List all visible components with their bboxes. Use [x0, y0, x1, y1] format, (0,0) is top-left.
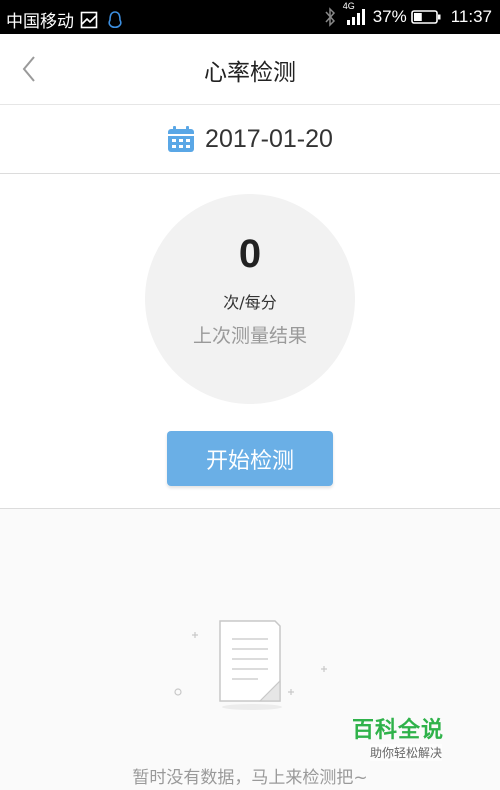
signal-icon: 4G: [343, 1, 369, 27]
watermark-subtitle: 助你轻松解决: [370, 744, 443, 761]
measurement-section: 0 次/每分 上次测量结果 开始检测: [0, 174, 500, 509]
gallery-icon: [80, 11, 98, 29]
calendar-icon: [167, 125, 195, 153]
document-icon: [160, 569, 340, 763]
heart-rate-value: 0: [238, 232, 262, 276]
carrier-name: 中国移动: [6, 12, 74, 31]
status-bar-right: 4G 37% 11:37: [323, 1, 492, 27]
clock: 11:37: [450, 7, 492, 26]
network-type: 4G: [342, 1, 355, 11]
start-detection-button[interactable]: 开始检测: [167, 431, 333, 486]
title-bar: 心率检测: [0, 34, 500, 105]
page-title: 心率检测: [204, 60, 296, 86]
bluetooth-icon: [323, 7, 337, 27]
watermark-title: 百科全说: [352, 718, 445, 743]
watermark-logo: 百科全说 助你轻松解决: [352, 712, 462, 764]
result-circle: 0 次/每分 上次测量结果: [145, 194, 355, 404]
date-value: 2017-01-20: [205, 124, 333, 153]
status-bar-left: 中国移动: [6, 7, 124, 32]
date-selector[interactable]: 2017-01-20: [0, 105, 500, 174]
qq-icon: [106, 10, 124, 30]
status-bar: 中国移动 4G 37% 11:37: [0, 0, 500, 34]
battery-percent: 37%: [372, 7, 407, 26]
heart-rate-unit: 次/每分: [223, 293, 277, 312]
app-screen: 中国移动 4G 37% 11:37 心率检测 2017-01-20 0 次/每分…: [0, 0, 500, 790]
battery-icon: [410, 9, 441, 25]
last-result-caption: 上次测量结果: [192, 325, 307, 347]
empty-message: 暂时没有数据，马上来检测把~: [132, 768, 368, 788]
